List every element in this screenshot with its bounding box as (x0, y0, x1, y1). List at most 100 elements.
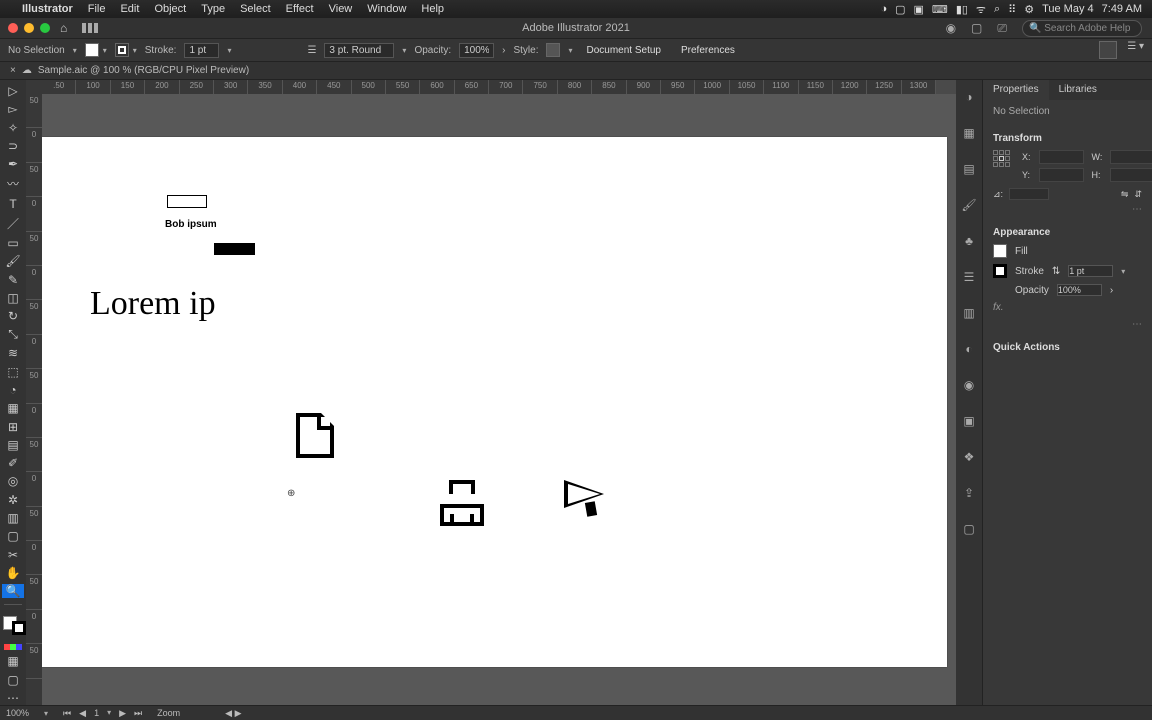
appearance-more-options[interactable]: ⋯ (993, 319, 1142, 330)
perspective-tool[interactable]: ▦ (2, 401, 24, 415)
menu-file[interactable]: File (88, 3, 106, 15)
zoom-tool[interactable]: 🔍 (2, 584, 24, 598)
artboard-number[interactable]: 1 (94, 708, 99, 719)
rectangle-tool[interactable]: ▭ (2, 236, 24, 250)
transparency-panel-icon[interactable]: ◐ (960, 340, 978, 358)
last-artboard-button[interactable]: ⏭ (134, 708, 142, 719)
mesh-tool[interactable]: ⊞ (2, 419, 24, 433)
stroke-stepper[interactable]: ⇅ (1052, 266, 1060, 277)
rotate-tool[interactable]: ↻ (2, 309, 24, 323)
pen-tool[interactable]: ✒ (2, 157, 24, 171)
angle-input[interactable] (1009, 188, 1049, 200)
magic-wand-tool[interactable]: ✧ (2, 121, 24, 135)
zoom-dropdown[interactable]: ▾ (44, 709, 48, 718)
libraries-tab[interactable]: Libraries (1049, 80, 1107, 100)
stroke-swatch-props[interactable] (993, 264, 1007, 278)
tray-icon[interactable]: ▢ (895, 3, 905, 16)
wifi-icon[interactable]: ᯤ (976, 2, 986, 17)
screen-mode-button[interactable]: ▢ (2, 672, 24, 686)
artwork-text-lorem[interactable]: Lorem ip (90, 285, 216, 323)
menu-type[interactable]: Type (201, 3, 225, 15)
stroke-swatch[interactable] (115, 43, 129, 57)
artwork-printer-icon[interactable] (440, 480, 484, 520)
arrange-icon[interactable]: ⎚ (997, 21, 1007, 36)
document-tab[interactable]: × ☁ Sample.aic @ 100 % (RGB/CPU Pixel Pr… (0, 65, 259, 76)
menu-window[interactable]: Window (367, 3, 406, 15)
artwork-document-icon[interactable] (296, 413, 334, 458)
brush-preset-dropdown[interactable]: ▾ (402, 46, 406, 55)
stroke-box[interactable] (12, 621, 26, 635)
first-artboard-button[interactable]: ⏮ (63, 708, 71, 719)
menu-object[interactable]: Object (154, 3, 186, 15)
x-input[interactable] (1039, 150, 1084, 164)
zoom-level[interactable]: 100% (6, 708, 29, 718)
stroke-weight-props-input[interactable] (1068, 265, 1113, 277)
close-window-button[interactable] (8, 23, 18, 33)
menu-help[interactable]: Help (421, 3, 444, 15)
edit-toolbar[interactable]: ⋯ (2, 691, 24, 705)
artwork-megaphone-icon[interactable] (564, 480, 612, 516)
direct-selection-tool[interactable]: ▻ (2, 102, 24, 116)
artboard[interactable]: Bob ipsum Lorem ip (42, 137, 947, 667)
opacity-input[interactable] (459, 43, 494, 58)
w-input[interactable] (1110, 150, 1152, 164)
menu-select[interactable]: Select (240, 3, 271, 15)
curvature-tool[interactable]: 〰 (2, 175, 24, 192)
stroke-panel-icon[interactable]: ☰ (960, 268, 978, 286)
fill-swatch[interactable] (85, 43, 99, 57)
align-to-button[interactable] (1099, 41, 1117, 59)
canvas-viewport[interactable]: Bob ipsum Lorem ip (42, 94, 956, 705)
artwork-rectangle-outline[interactable] (167, 195, 207, 208)
artboard-dropdown[interactable]: ▾ (107, 708, 111, 719)
color-mode-swatches[interactable] (4, 644, 22, 650)
prev-artboard-button[interactable]: ◀ (79, 708, 86, 719)
slice-tool[interactable]: ✂ (2, 548, 24, 562)
menu-edit[interactable]: Edit (120, 3, 139, 15)
fill-dropdown[interactable]: ▾ (103, 46, 107, 55)
gradient-panel-icon[interactable]: ▥ (960, 304, 978, 322)
graphic-styles-panel-icon[interactable]: ▣ (960, 412, 978, 430)
transform-more-options[interactable]: ⋯ (993, 204, 1142, 215)
layers-panel-icon[interactable]: ❖ (960, 448, 978, 466)
ruler-origin[interactable] (26, 80, 42, 94)
opacity-slider-toggle[interactable]: › (502, 45, 505, 56)
column-graph-tool[interactable]: ▥ (2, 511, 24, 525)
flip-h-icon[interactable]: ⇋ (1121, 189, 1129, 200)
close-tab-icon[interactable]: × (10, 65, 16, 76)
preferences-button[interactable]: Preferences (675, 43, 741, 58)
control-center-icon[interactable]: ⠿ (1008, 3, 1016, 16)
brush-menu-icon[interactable]: ☰ (307, 45, 316, 56)
appearance-panel-icon[interactable]: ◉ (960, 376, 978, 394)
width-tool[interactable]: ≋ (2, 346, 24, 360)
horizontal-ruler[interactable]: .50100150 200250300 350400450 500550600 … (42, 80, 936, 94)
stroke-weight-props-dropdown[interactable]: ▾ (1121, 267, 1125, 276)
stroke-weight-dropdown[interactable]: ▾ (227, 46, 231, 55)
brush-preset-input[interactable] (324, 43, 394, 58)
eyedropper-tool[interactable]: ✐ (2, 456, 24, 470)
color-panel-icon[interactable]: ◑ (960, 88, 978, 106)
search-icon[interactable]: ⌕ (994, 3, 1000, 16)
style-swatch[interactable] (546, 43, 560, 57)
document-setup-button[interactable]: Document Setup (581, 43, 668, 58)
properties-tab[interactable]: Properties (983, 80, 1049, 100)
fill-swatch-props[interactable] (993, 244, 1007, 258)
free-transform-tool[interactable]: ⬚ (2, 365, 24, 379)
opacity-slider-toggle-props[interactable]: › (1110, 285, 1113, 296)
asset-export-panel-icon[interactable]: ⇪ (960, 484, 978, 502)
search-help-input[interactable]: 🔍 Search Adobe Help (1022, 20, 1142, 37)
h-input[interactable] (1110, 168, 1152, 182)
reference-point-widget[interactable] (993, 150, 1010, 167)
vertical-ruler[interactable]: 50050 0500 50050 0500 50050 050 (26, 94, 42, 705)
tray-icon[interactable]: ▣ (914, 3, 924, 16)
artwork-text-bob[interactable]: Bob ipsum (165, 219, 217, 230)
account-icon[interactable]: ◉ (946, 21, 956, 35)
clock-time[interactable]: 7:49 AM (1102, 3, 1142, 15)
symbols-panel-icon[interactable]: ♣ (960, 232, 978, 250)
artboard-tool[interactable]: ▢ (2, 529, 24, 543)
blend-tool[interactable]: ◎ (2, 474, 24, 488)
minimize-window-button[interactable] (24, 23, 34, 33)
menu-view[interactable]: View (329, 3, 353, 15)
line-tool[interactable]: ／ (2, 215, 24, 232)
shaper-tool[interactable]: ✎ (2, 272, 24, 286)
y-input[interactable] (1039, 168, 1084, 182)
